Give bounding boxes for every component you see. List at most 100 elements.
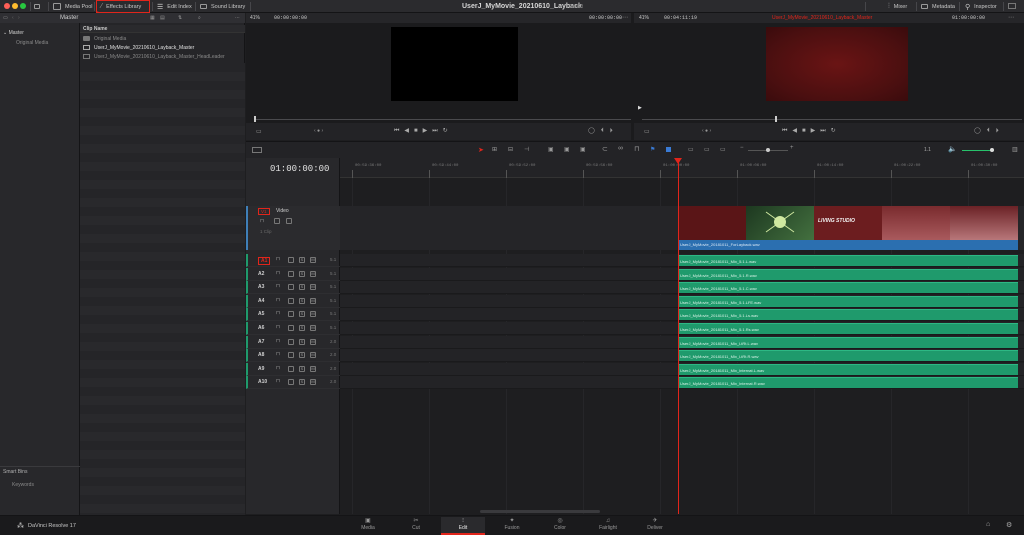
edit-index-button[interactable]: ☰ Edit Index <box>157 0 192 13</box>
minimize-window-button[interactable] <box>12 3 18 9</box>
mute-button[interactable]: M <box>310 365 316 372</box>
lock-icon[interactable]: ⊓ <box>276 283 280 289</box>
auto-select-icon[interactable] <box>274 218 280 224</box>
audio-clip[interactable]: UserJ_MyMovie_20181011_Mix_LtRt.L.wav <box>678 336 1018 348</box>
more-options-icon[interactable]: ⋯ <box>235 15 240 21</box>
source-zoom[interactable]: 41% <box>250 15 260 21</box>
track-id[interactable]: A4 <box>258 298 264 304</box>
lock-icon[interactable]: ⊓ <box>260 218 264 224</box>
solo-button[interactable]: S <box>299 325 305 331</box>
lock-icon[interactable]: ⊓ <box>276 365 280 371</box>
track-id[interactable]: A1 <box>258 257 271 265</box>
page-tab-color[interactable]: ◎ Color <box>538 517 582 535</box>
zoom-slider-handle[interactable] <box>766 148 770 152</box>
list-item[interactable]: UserJ_MyMovie_20210610_Layback_Master_He… <box>80 52 245 61</box>
track-id[interactable]: A10 <box>258 379 267 385</box>
blade-tool-icon[interactable]: ⊣ <box>524 146 529 153</box>
solo-button[interactable]: S <box>299 352 305 359</box>
audio-clip[interactable]: UserJ_MyMovie_20181011_Mix_Internat.L.wa… <box>678 363 1018 375</box>
timeline-tracks[interactable]: 00:59:36:00 00:59:44:00 00:59:52:00 00:59:5… <box>340 158 1024 514</box>
auto-select-icon[interactable] <box>288 270 294 277</box>
dynamic-trim-icon[interactable]: ⊟ <box>508 146 513 153</box>
lock-icon[interactable]: ⊓ <box>276 338 280 344</box>
auto-select-icon[interactable] <box>288 311 294 318</box>
mute-button[interactable]: M <box>310 325 316 331</box>
zoom-out-icon[interactable]: − <box>740 145 744 151</box>
track-id[interactable]: A9 <box>258 366 264 372</box>
more-options-icon[interactable]: ⋯ <box>1008 14 1014 21</box>
audio-clip[interactable]: UserJ_MyMovie_20181011_Mix_Internat.R.wa… <box>678 377 1018 389</box>
audio-clip[interactable]: UserJ_MyMovie_20181011_Mix_5.1.R.wav <box>678 268 1018 280</box>
fullscreen-icon[interactable] <box>1008 3 1016 9</box>
flag-icon[interactable]: ⚑ <box>650 146 655 153</box>
page-tab-media[interactable]: ▣ Media <box>346 517 390 535</box>
video-enable-icon[interactable] <box>286 218 292 224</box>
transport-controls[interactable]: ⏮◀■▶⏭↻ <box>782 127 841 135</box>
zoom-full-icon[interactable]: ▭ <box>688 146 694 153</box>
insert-clip-icon[interactable]: ▣ <box>548 146 554 153</box>
mark-controls[interactable]: ◯⏴⏵ <box>974 127 1005 135</box>
mixer-button[interactable]: ⫶ Mixer <box>888 0 907 13</box>
jog-icon[interactable]: ‹ ● › <box>702 128 711 134</box>
view-thumbnail-icon[interactable]: ▦ <box>150 15 155 21</box>
page-tab-cut[interactable]: ✂ Cut <box>394 517 438 535</box>
timeline-name-dropdown[interactable]: UserJ_MyMovie_20210610_Layback_Master <box>772 15 872 21</box>
audio-clip[interactable]: UserJ_MyMovie_20181011_Mix_5.1.Rs.wav <box>678 323 1018 334</box>
page-tab-deliver[interactable]: ✈ Deliver <box>633 517 677 535</box>
more-options-icon[interactable]: ⋯ <box>622 14 628 21</box>
track-id[interactable]: A7 <box>258 339 264 345</box>
smart-bin-keywords[interactable]: Keywords <box>12 482 34 488</box>
zoom-custom-icon[interactable]: ▭ <box>720 146 726 153</box>
audio-clip[interactable]: UserJ_MyMovie_20181011_Mix_5.1.L.wav <box>678 255 1018 266</box>
timeline-scrubber[interactable] <box>642 119 1022 120</box>
playhead-handle[interactable] <box>674 158 682 164</box>
solo-button[interactable]: S <box>299 311 305 318</box>
selection-tool-icon[interactable]: ➤ <box>478 146 484 154</box>
track-id[interactable]: A6 <box>258 325 264 331</box>
source-viewer-screen[interactable] <box>391 27 518 101</box>
home-icon[interactable]: ⌂ <box>986 521 990 528</box>
track-id[interactable]: A8 <box>258 352 264 358</box>
solo-button[interactable]: S <box>299 297 305 304</box>
mute-button[interactable]: M <box>310 270 316 277</box>
lock-icon[interactable]: ⊓ <box>276 310 280 316</box>
mute-button[interactable]: M <box>310 284 316 291</box>
sound-library-button[interactable]: Sound Library <box>200 0 245 13</box>
lock-icon[interactable]: ⊓ <box>634 145 639 153</box>
playhead[interactable] <box>678 158 679 514</box>
track-id[interactable]: A2 <box>258 271 264 277</box>
page-tab-edit[interactable]: ⫶ Edit <box>441 517 485 535</box>
auto-select-icon[interactable] <box>288 338 294 345</box>
track-id-v1[interactable]: V1 <box>258 208 270 215</box>
auto-select-icon[interactable] <box>288 257 294 263</box>
solo-button[interactable]: S <box>299 338 305 345</box>
list-item[interactable]: UserJ_MyMovie_20210610_Layback_Master <box>80 43 245 52</box>
mute-button[interactable]: M <box>310 257 316 263</box>
lock-icon[interactable]: ⊓ <box>276 270 280 276</box>
bin-master[interactable]: ⌄ Master <box>3 30 24 36</box>
nav-back-icon[interactable]: ‹ <box>12 15 14 21</box>
auto-select-icon[interactable] <box>288 352 294 359</box>
settings-gear-icon[interactable]: ⚙ <box>1006 521 1012 529</box>
track-id[interactable]: A3 <box>258 284 264 290</box>
jog-icon[interactable]: ‹ ● › <box>314 128 323 134</box>
mute-button[interactable]: M <box>310 338 316 345</box>
list-item[interactable]: Original Media <box>80 34 245 43</box>
page-tab-fairlight[interactable]: ♫ Fairlight <box>586 517 630 535</box>
speaker-icon[interactable]: 🔈 <box>948 145 957 153</box>
solo-button[interactable]: S <box>299 284 305 291</box>
lock-icon[interactable]: ⊓ <box>276 351 280 357</box>
timeline-viewer-screen[interactable] <box>766 27 908 101</box>
audio-clip[interactable]: UserJ_MyMovie_20181011_Mix_5.1.LFE.wav <box>678 295 1018 307</box>
zoom-level[interactable]: 1.1 <box>924 147 931 153</box>
viewer-mode-icon[interactable]: ▭ <box>644 128 650 135</box>
mute-button[interactable]: M <box>310 352 316 359</box>
lock-icon[interactable]: ⊓ <box>276 297 280 303</box>
lock-icon[interactable]: ⊓ <box>276 324 280 330</box>
view-list-icon[interactable]: ▤ <box>160 15 165 21</box>
auto-select-icon[interactable] <box>288 325 294 331</box>
search-icon[interactable]: ⌕ <box>198 15 201 21</box>
volume-handle[interactable] <box>990 148 994 152</box>
solo-button[interactable]: S <box>299 365 305 372</box>
clip-name-column[interactable]: Clip Name <box>83 26 107 32</box>
